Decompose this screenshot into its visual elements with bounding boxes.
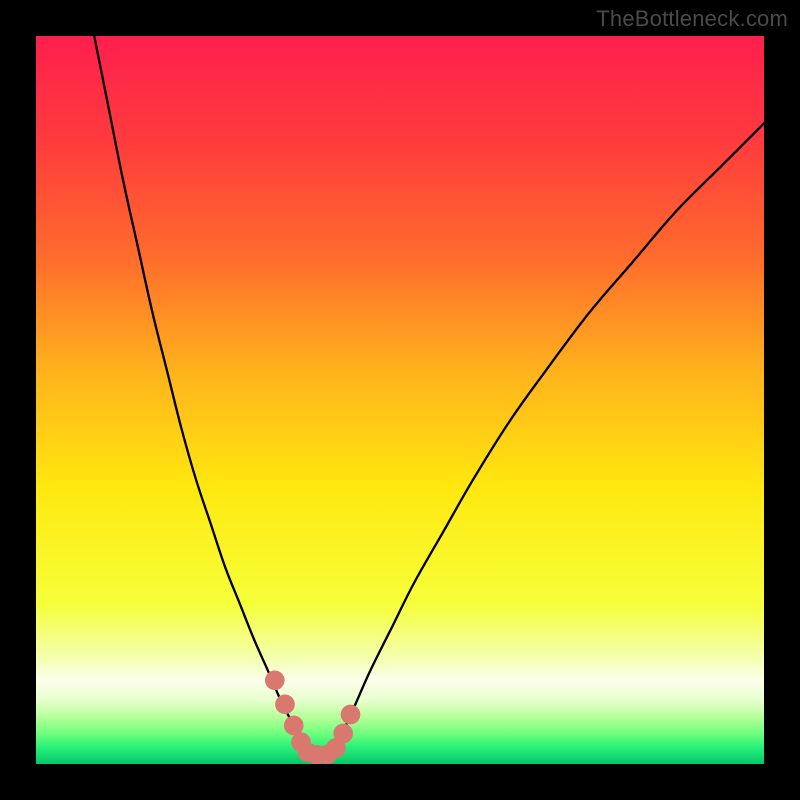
marker-dot <box>265 670 285 690</box>
watermark-text: TheBottleneck.com <box>596 6 788 32</box>
chart-frame: TheBottleneck.com <box>0 0 800 800</box>
bottleneck-curve <box>36 36 764 764</box>
marker-dot <box>341 705 361 725</box>
marker-dot <box>284 716 304 736</box>
marker-dot <box>333 724 353 744</box>
marker-dot <box>275 694 295 714</box>
highlight-markers <box>265 670 360 764</box>
plot-area <box>36 36 764 764</box>
curve-right-branch <box>334 123 764 751</box>
curve-left-branch <box>94 36 305 752</box>
